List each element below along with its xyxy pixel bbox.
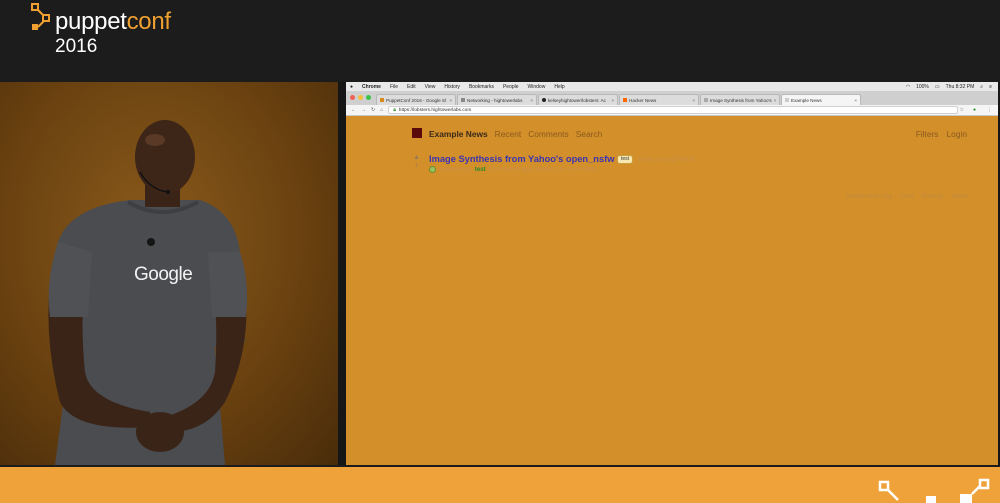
puppet-logo-icon: [31, 3, 50, 30]
conference-header: puppetconf 2016: [0, 0, 1000, 82]
url-text: https://lobsters.hightowerlabs.com: [398, 107, 472, 113]
footer-divider: [0, 465, 1000, 467]
byline-user-link[interactable]: test: [475, 166, 486, 173]
conference-footer-bar: [0, 465, 1000, 503]
menu-item-chrome[interactable]: Chrome: [362, 84, 381, 90]
story-byline: authored by test 14 minutes ago | hidden…: [429, 166, 597, 173]
close-tab-icon[interactable]: ×: [611, 98, 614, 103]
slides-icon: [380, 98, 384, 102]
page-icon: [785, 98, 789, 102]
story-score: 1: [415, 163, 418, 169]
maximize-window-icon[interactable]: [366, 95, 371, 100]
site-brand[interactable]: Example News: [429, 129, 488, 139]
star-icon[interactable]: ☆: [960, 107, 964, 113]
tab-example-news[interactable]: Example News ×: [781, 94, 861, 105]
close-tab-icon[interactable]: ×: [854, 98, 857, 103]
shirt-logo-text: Google: [134, 264, 193, 285]
browser-tab-strip: PuppetConf 2016 - Google Sl × Networking …: [346, 91, 998, 105]
close-tab-icon[interactable]: ×: [449, 98, 452, 103]
menu-item-view[interactable]: View: [425, 84, 436, 90]
nav-recent[interactable]: Recent: [495, 129, 522, 139]
close-window-icon[interactable]: [350, 95, 355, 100]
clock[interactable]: Thu 8:32 PM: [946, 84, 975, 90]
menu-item-window[interactable]: Window: [528, 84, 546, 90]
user-avatar[interactable]: [429, 166, 436, 173]
site-footer: Moderation Log Chat Privacy About: [847, 193, 968, 200]
upvote-arrow-icon[interactable]: ▲: [413, 154, 420, 161]
close-tab-icon[interactable]: ×: [774, 98, 777, 103]
menu-item-people[interactable]: People: [503, 84, 519, 90]
battery-icon[interactable]: ▭: [935, 84, 940, 90]
tab-github[interactable]: kelseyhightower/lobsters: Ac ×: [538, 94, 618, 105]
story-domain[interactable]: yahoo.com.github.io: [637, 156, 695, 163]
home-icon[interactable]: ⌂: [380, 107, 383, 113]
menu-item-history[interactable]: History: [444, 84, 460, 90]
footer-chat[interactable]: Chat: [900, 193, 914, 200]
footer-about[interactable]: About: [951, 193, 968, 200]
lock-icon: 🔒︎: [393, 108, 396, 113]
menu-item-edit[interactable]: Edit: [407, 84, 416, 90]
byline-prefix: authored by: [439, 166, 472, 173]
wifi-icon[interactable]: ◠: [906, 84, 910, 90]
story-title-link[interactable]: Image Synthesis from Yahoo's open_nsfw: [429, 154, 614, 164]
close-tab-icon[interactable]: ×: [530, 98, 533, 103]
story-tag[interactable]: test: [617, 155, 634, 164]
byline-meta: 14 minutes ago | hidden | no comments: [488, 166, 597, 173]
search-icon[interactable]: ⌕: [980, 84, 983, 90]
tab-hacker-news[interactable]: Hacker News ×: [619, 94, 699, 105]
site-nav: Example News Recent Comments Search: [429, 129, 602, 139]
menu-item-bookmarks[interactable]: Bookmarks: [469, 84, 494, 90]
speaker-video: Google: [0, 82, 338, 465]
close-tab-icon[interactable]: ×: [692, 98, 695, 103]
window-controls: [350, 95, 371, 100]
address-bar[interactable]: 🔒︎ https://lobsters.hightowerlabs.com: [388, 106, 958, 114]
page-icon: [704, 98, 708, 102]
puppet-corner-icon: [878, 478, 990, 503]
site-nav-right: Filters Login: [916, 129, 967, 139]
nav-comments[interactable]: Comments: [528, 129, 569, 139]
nav-filters[interactable]: Filters: [916, 129, 939, 139]
nav-search[interactable]: Search: [576, 129, 603, 139]
tab-image-synthesis[interactable]: Image Synthesis from Yahoo's ×: [700, 94, 780, 105]
page-icon: [461, 98, 465, 102]
minimize-window-icon[interactable]: [358, 95, 363, 100]
back-icon[interactable]: ←: [351, 107, 356, 113]
tab-puppetconf[interactable]: PuppetConf 2016 - Google Sl ×: [376, 94, 456, 105]
extension-icon[interactable]: ●: [973, 107, 976, 113]
apple-icon[interactable]: ●: [350, 84, 353, 90]
footer-privacy[interactable]: Privacy: [922, 193, 943, 200]
conference-name: puppetconf: [55, 8, 171, 35]
screen-capture: ● Chrome File Edit View History Bookmark…: [338, 82, 1000, 465]
footer-moderation-log[interactable]: Moderation Log: [847, 193, 892, 200]
menu-icon[interactable]: ⋮: [987, 107, 992, 113]
hacker-news-icon: [623, 98, 627, 102]
mac-status-area: ◠ 100% ▭ Thu 8:32 PM ⌕ ≡: [906, 82, 992, 91]
menu-item-help[interactable]: Help: [554, 84, 564, 90]
example-news-page: Example News Recent Comments Search Filt…: [346, 116, 998, 465]
nav-login[interactable]: Login: [947, 129, 968, 139]
forward-icon[interactable]: →: [361, 107, 366, 113]
menu-item-file[interactable]: File: [390, 84, 398, 90]
reload-icon[interactable]: ↻: [371, 107, 375, 113]
mac-menu-bar: ● Chrome File Edit View History Bookmark…: [346, 82, 998, 91]
site-logo[interactable]: [412, 128, 422, 138]
list-icon[interactable]: ≡: [989, 84, 992, 90]
tab-networking[interactable]: Networking - hightowerlabs ×: [457, 94, 537, 105]
browser-toolbar: ← → ↻ ⌂ 🔒︎ https://lobsters.hightowerlab…: [346, 105, 998, 116]
github-icon: [542, 98, 546, 102]
conference-year: 2016: [55, 36, 98, 57]
video-frame: puppetconf 2016 Google ● Chrome File Edi…: [0, 0, 1000, 503]
battery-percent: 100%: [916, 83, 929, 90]
